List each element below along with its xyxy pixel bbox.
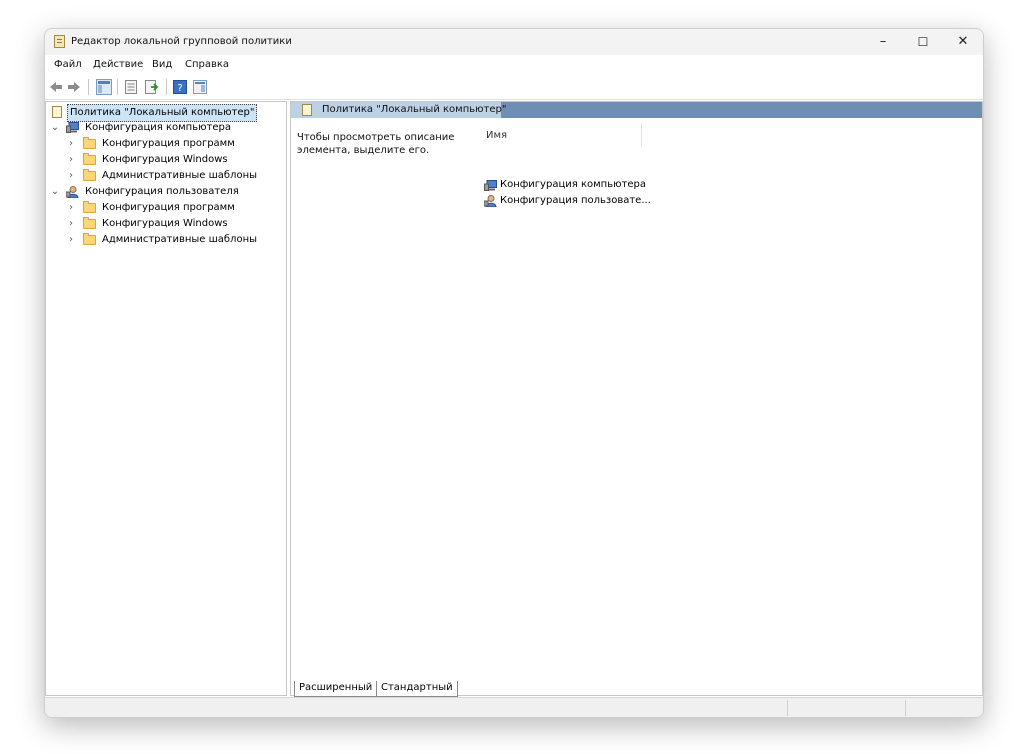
tree-item-software-settings[interactable]: › Конфигурация программ — [50, 200, 280, 216]
tree-item-label: Конфигурация Windows — [102, 154, 228, 165]
menu-bar: Файл Действие Вид Справка — [45, 55, 983, 75]
tree-item-user-config[interactable]: ⌄ Конфигурация пользователя — [50, 184, 280, 200]
status-bar — [45, 697, 983, 717]
menu-action[interactable]: Действие — [93, 59, 143, 70]
properties-icon[interactable] — [124, 80, 138, 94]
back-arrow-icon[interactable] — [49, 80, 63, 94]
tree-item-admin-templates[interactable]: › Административные шаблоны — [50, 232, 280, 248]
tree-item-windows-settings[interactable]: › Конфигурация Windows — [50, 152, 280, 168]
tree-item-label: Конфигурация компьютера — [85, 122, 231, 133]
svg-text:?: ? — [177, 83, 182, 94]
chevron-right-icon[interactable]: › — [66, 152, 76, 168]
menu-help[interactable]: Справка — [185, 59, 229, 70]
menu-file[interactable]: Файл — [54, 59, 82, 70]
chevron-down-icon[interactable]: ⌄ — [50, 184, 60, 200]
maximize-button[interactable]: ☐ — [903, 29, 943, 55]
list-item-label: Конфигурация пользовате... — [500, 195, 651, 206]
user-icon — [66, 186, 79, 198]
details-pane: Политика "Локальный компьютер" Чтобы про… — [290, 101, 983, 696]
tree-item-software-settings[interactable]: › Конфигурация программ — [50, 136, 280, 152]
list-item-label: Конфигурация компьютера — [500, 179, 646, 190]
policy-document-icon — [52, 106, 62, 118]
tree-item-label: Административные шаблоны — [102, 234, 258, 245]
column-header-name[interactable]: Имя — [486, 130, 507, 141]
user-icon — [484, 195, 497, 207]
tab-standard[interactable]: Стандартный — [376, 681, 458, 697]
minimize-button[interactable]: – — [863, 29, 903, 55]
folder-icon — [83, 137, 96, 149]
menu-view[interactable]: Вид — [152, 59, 172, 70]
chevron-right-icon[interactable]: › — [66, 168, 76, 184]
toolbar-separator — [88, 79, 89, 95]
tree-item-label: Конфигурация программ — [102, 138, 235, 149]
tree-item-label: Административные шаблоны — [102, 170, 258, 181]
close-button[interactable]: ✕ — [943, 29, 983, 55]
chevron-right-icon[interactable]: › — [66, 200, 76, 216]
description-text: Чтобы просмотреть описание элемента, выд… — [297, 132, 455, 156]
folder-icon — [83, 169, 96, 181]
show-action-pane-icon[interactable] — [193, 80, 207, 94]
window: Редактор локальной групповой политики – … — [44, 28, 984, 718]
policy-document-icon — [302, 104, 312, 116]
forward-arrow-icon[interactable] — [67, 80, 81, 94]
toolbar-separator — [117, 79, 118, 95]
export-list-icon[interactable] — [145, 80, 159, 94]
show-hide-console-tree-icon[interactable] — [96, 79, 112, 95]
tree-item-label: Конфигурация пользователя — [85, 186, 239, 197]
computer-icon — [484, 180, 497, 191]
status-divider — [787, 700, 788, 716]
tree-item-label: Конфигурация программ — [102, 202, 235, 213]
tree-item-computer-config[interactable]: ⌄ Конфигурация компьютера — [50, 120, 280, 136]
gpedit-app-icon — [54, 35, 65, 48]
folder-icon — [83, 201, 96, 213]
tree-item-windows-settings[interactable]: › Конфигурация Windows — [50, 216, 280, 232]
tree-item-label: Конфигурация Windows — [102, 218, 228, 229]
window-title: Редактор локальной групповой политики — [71, 36, 292, 47]
tree-item-admin-templates[interactable]: › Административные шаблоны — [50, 168, 280, 184]
column-divider[interactable] — [641, 124, 642, 146]
toolbar: ? — [45, 75, 983, 100]
folder-icon — [83, 153, 96, 165]
help-icon[interactable]: ? — [173, 80, 187, 94]
chevron-right-icon[interactable]: › — [66, 216, 76, 232]
details-header-bar: Политика "Локальный компьютер" — [291, 102, 982, 118]
toolbar-separator — [166, 79, 167, 95]
tab-extended[interactable]: Расширенный — [294, 681, 377, 697]
details-header-title: Политика "Локальный компьютер" — [322, 104, 507, 115]
chevron-right-icon[interactable]: › — [66, 136, 76, 152]
folder-icon — [83, 233, 96, 245]
computer-icon — [66, 122, 79, 133]
chevron-right-icon[interactable]: › — [66, 232, 76, 248]
title-bar: Редактор локальной групповой политики – … — [45, 29, 983, 55]
status-divider — [905, 700, 906, 716]
console-tree: Политика "Локальный компьютер" ⌄ Конфигу… — [45, 101, 287, 696]
chevron-down-icon[interactable]: ⌄ — [50, 120, 60, 136]
folder-icon — [83, 217, 96, 229]
